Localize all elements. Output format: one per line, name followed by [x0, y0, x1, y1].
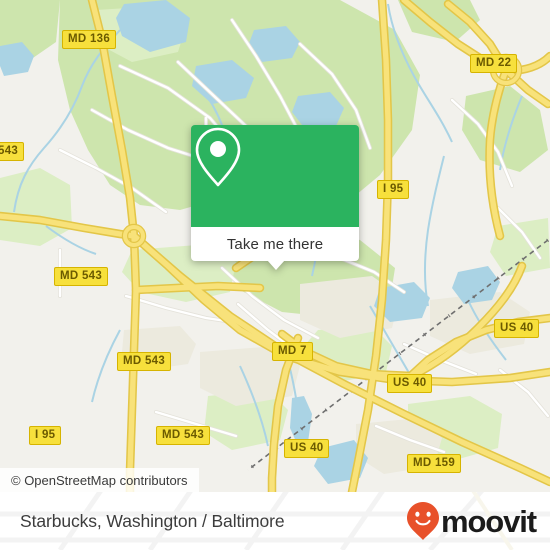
place-title-text: Starbucks, Washington / Baltimore [20, 510, 285, 531]
road-shield-us40-mid[interactable]: US 40 [387, 374, 433, 393]
road-shield-i95-north[interactable]: I 95 [377, 180, 410, 199]
footer-bar: Starbucks, Washington / Baltimore moovit [0, 492, 550, 550]
moovit-brand[interactable]: moovit [406, 492, 537, 550]
moovit-pin-icon [406, 502, 439, 540]
map-canvas[interactable]: MD 136 MD 22 543 I 95 MD 543 US 40 MD 7 … [0, 0, 550, 492]
road-shield-md159[interactable]: MD 159 [407, 454, 462, 473]
road-shield-md543-west[interactable]: MD 543 [54, 267, 109, 286]
map-pin-icon [195, 127, 241, 187]
moovit-wordmark: moovit [440, 503, 537, 539]
callout-tail [267, 260, 285, 270]
road-shield-md22[interactable]: MD 22 [470, 54, 518, 73]
road-shield-i95-south[interactable]: I 95 [29, 426, 62, 445]
road-shield-us40-south[interactable]: US 40 [284, 439, 330, 458]
callout-pin-panel [191, 125, 359, 227]
road-shield-md136[interactable]: MD 136 [62, 30, 117, 49]
road-shield-us40-east[interactable]: US 40 [494, 319, 540, 338]
road-shield-md543-west-edge[interactable]: 543 [0, 142, 25, 161]
osm-attribution-text: © OpenStreetMap contributors [11, 472, 188, 488]
callout-action-bar[interactable]: Take me there [191, 227, 359, 261]
moovit-map-screenshot: MD 136 MD 22 543 I 95 MD 543 US 40 MD 7 … [0, 0, 550, 550]
place-title: Starbucks, Washington / Baltimore [20, 492, 285, 550]
road-shield-md543-south[interactable]: MD 543 [156, 426, 211, 445]
take-me-there-label: Take me there [226, 235, 324, 253]
take-me-there-callout[interactable]: Take me there [191, 125, 359, 270]
road-shield-md543-mid[interactable]: MD 543 [117, 352, 172, 371]
road-shield-md7[interactable]: MD 7 [272, 342, 313, 361]
osm-attribution[interactable]: © OpenStreetMap contributors [0, 468, 199, 492]
